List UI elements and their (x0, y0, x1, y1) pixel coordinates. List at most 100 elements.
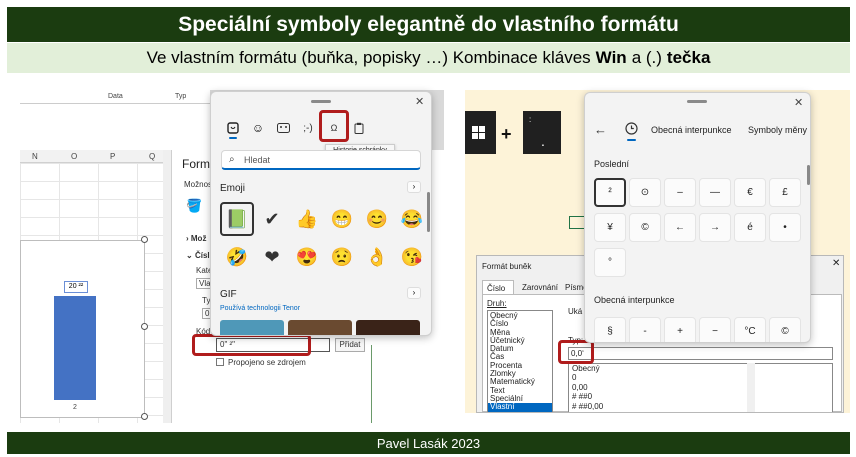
section-number-label: Čísl (194, 251, 210, 260)
tab-currency-symbols[interactable]: Symboly měny (748, 125, 807, 135)
symbols-close-icon[interactable]: ✕ (794, 96, 803, 109)
recent-clock-icon[interactable] (625, 122, 639, 136)
recent-symbol[interactable]: – (664, 178, 696, 207)
general-heading: Obecná interpunkce (594, 295, 675, 305)
recent-symbol[interactable]: © (629, 213, 661, 242)
recent-symbol[interactable]: ¥ (594, 213, 626, 242)
subtitle: Ve vlastním formátu (buňka, popisky …) K… (7, 43, 850, 73)
recent-symbol[interactable]: ° (594, 248, 626, 277)
emoji-item[interactable]: 😟 (325, 240, 359, 274)
format-list-scrollbar[interactable] (747, 363, 755, 412)
recent-symbol[interactable]: £ (769, 178, 801, 207)
clipboard-icon[interactable] (348, 117, 370, 139)
tab-alignment[interactable]: Zarovnání (522, 283, 558, 292)
emoji-item[interactable]: 😁 (325, 202, 359, 236)
vertical-scrollbar[interactable] (163, 150, 171, 423)
add-button[interactable]: Přidat (335, 338, 365, 352)
drag-handle[interactable] (311, 100, 331, 103)
back-arrow-icon[interactable]: ← (594, 122, 607, 137)
emoji-item[interactable]: ❤ (255, 240, 289, 274)
category-list-label: Druh: (487, 299, 507, 308)
format-code-item[interactable]: 0,00 (572, 383, 829, 392)
search-input[interactable]: ⌕ Hledat (221, 150, 421, 170)
format-code-item[interactable]: # ##0,00 (572, 402, 829, 411)
format-pane-section-number[interactable]: ⌄ Čísl (186, 251, 210, 260)
emoji-panel: ✕ ☺ ;-) Ω Historie schránky ⌕ Hledat Emo… (210, 91, 432, 336)
emoji-item[interactable]: 🤣 (220, 240, 254, 274)
format-code-item[interactable]: # ##0;-# ##0 (572, 411, 829, 412)
linked-source-label: Propojeno se zdrojem (228, 358, 306, 367)
general-symbol[interactable]: © (769, 317, 801, 342)
recent-symbol[interactable]: — (699, 178, 731, 207)
tab-number[interactable]: Číslo (482, 280, 514, 294)
general-symbol[interactable]: § (594, 317, 626, 342)
general-symbol[interactable]: − (699, 317, 731, 342)
emoji-item[interactable]: 😘 (395, 240, 429, 274)
format-code-list[interactable]: Obecný00,00# ##0# ##0,00# ##0;-# ##0# ##… (568, 363, 833, 412)
chart-data-label[interactable]: 20 ²² (64, 281, 88, 293)
emoji-tab-icon[interactable] (222, 117, 244, 139)
col-header-q: Q (149, 152, 156, 161)
kaomoji-wink-icon[interactable]: ;-) (297, 117, 319, 139)
gif-expand-button[interactable]: › (407, 287, 421, 299)
linked-source-checkbox[interactable] (216, 358, 224, 366)
chart-bar[interactable] (54, 296, 96, 400)
emoji-grid: 📗 ✔ 👍 😁 😊 😂 🤣 ❤ 😍 😟 👌 😘 (220, 202, 430, 277)
page-title: Speciální symboly elegantně do vlastního… (7, 7, 850, 42)
chart-area[interactable]: 20 ²² 2 (20, 240, 145, 418)
category-item[interactable]: Vlastní (488, 402, 552, 412)
emoji-scrollbar[interactable] (427, 192, 430, 232)
key-plus: + (501, 124, 512, 144)
format-code-item[interactable]: 0 (572, 373, 829, 382)
recent-symbol[interactable]: ⊙ (629, 178, 661, 207)
format-code-item[interactable]: Obecný (572, 364, 829, 373)
resize-handle-tr[interactable] (141, 236, 148, 243)
tab-general-punctuation[interactable]: Obecná interpunkce (651, 125, 732, 135)
type-input-highlight (558, 340, 594, 364)
kaomoji-icon[interactable] (272, 117, 294, 139)
emoji-item[interactable]: 📗 (220, 202, 254, 236)
general-symbols-grid: § - + − °C © (594, 317, 808, 342)
category-list[interactable]: Obecný Číslo Měna Účetnický Datum Čas Procenta… (487, 310, 553, 412)
recent-symbol[interactable]: ² (594, 178, 626, 207)
ribbon-label-data: Data (108, 93, 123, 100)
recent-symbol[interactable]: € (734, 178, 766, 207)
gif-thumbnail-2[interactable] (288, 320, 352, 335)
format-cells-title: Formát buněk (482, 262, 532, 271)
paint-bucket-icon[interactable]: 🪣 (186, 198, 202, 214)
general-symbol[interactable]: °C (734, 317, 766, 342)
emoji-item[interactable]: 😂 (395, 202, 429, 236)
emoji-item[interactable]: 👍 (290, 202, 324, 236)
resize-handle-br[interactable] (141, 413, 148, 420)
active-tab-indicator (229, 137, 237, 139)
type-input[interactable]: 0,0‘ (568, 347, 833, 360)
symbols-drag-handle[interactable] (687, 100, 707, 103)
recent-symbol[interactable]: → (699, 213, 731, 242)
recent-symbol[interactable]: • (769, 213, 801, 242)
close-icon[interactable]: ✕ (415, 95, 424, 108)
chart-x-label: 2 (73, 404, 77, 411)
col-header-n: N (32, 152, 38, 161)
footer: Pavel Lasák 2023 (7, 432, 850, 454)
active-cell[interactable] (569, 216, 585, 229)
symbols-scrollbar[interactable] (807, 165, 810, 185)
gif-thumbnail-3[interactable] (356, 320, 420, 335)
gif-heading: GIF (220, 289, 237, 300)
emoji-expand-button[interactable]: › (407, 181, 421, 193)
dialog-close-icon[interactable]: ✕ (832, 258, 840, 269)
general-symbol[interactable]: + (664, 317, 696, 342)
general-symbol[interactable]: - (629, 317, 661, 342)
recent-symbol[interactable]: é (734, 213, 766, 242)
gif-thumbnail-1[interactable] (220, 320, 284, 335)
pane-divider (371, 345, 372, 423)
format-pane-options[interactable]: Možnos (184, 180, 212, 189)
resize-handle-r[interactable] (141, 323, 148, 330)
emoji-item[interactable]: 😊 (360, 202, 394, 236)
emoji-item[interactable]: ✔ (255, 202, 289, 236)
recent-symbol[interactable]: ← (664, 213, 696, 242)
format-pane-section-options[interactable]: › Mož (186, 234, 206, 243)
emoji-item[interactable]: 😍 (290, 240, 324, 274)
emoji-item[interactable]: 👌 (360, 240, 394, 274)
smiley-icon[interactable]: ☺ (247, 117, 269, 139)
format-code-item[interactable]: # ##0 (572, 392, 829, 401)
